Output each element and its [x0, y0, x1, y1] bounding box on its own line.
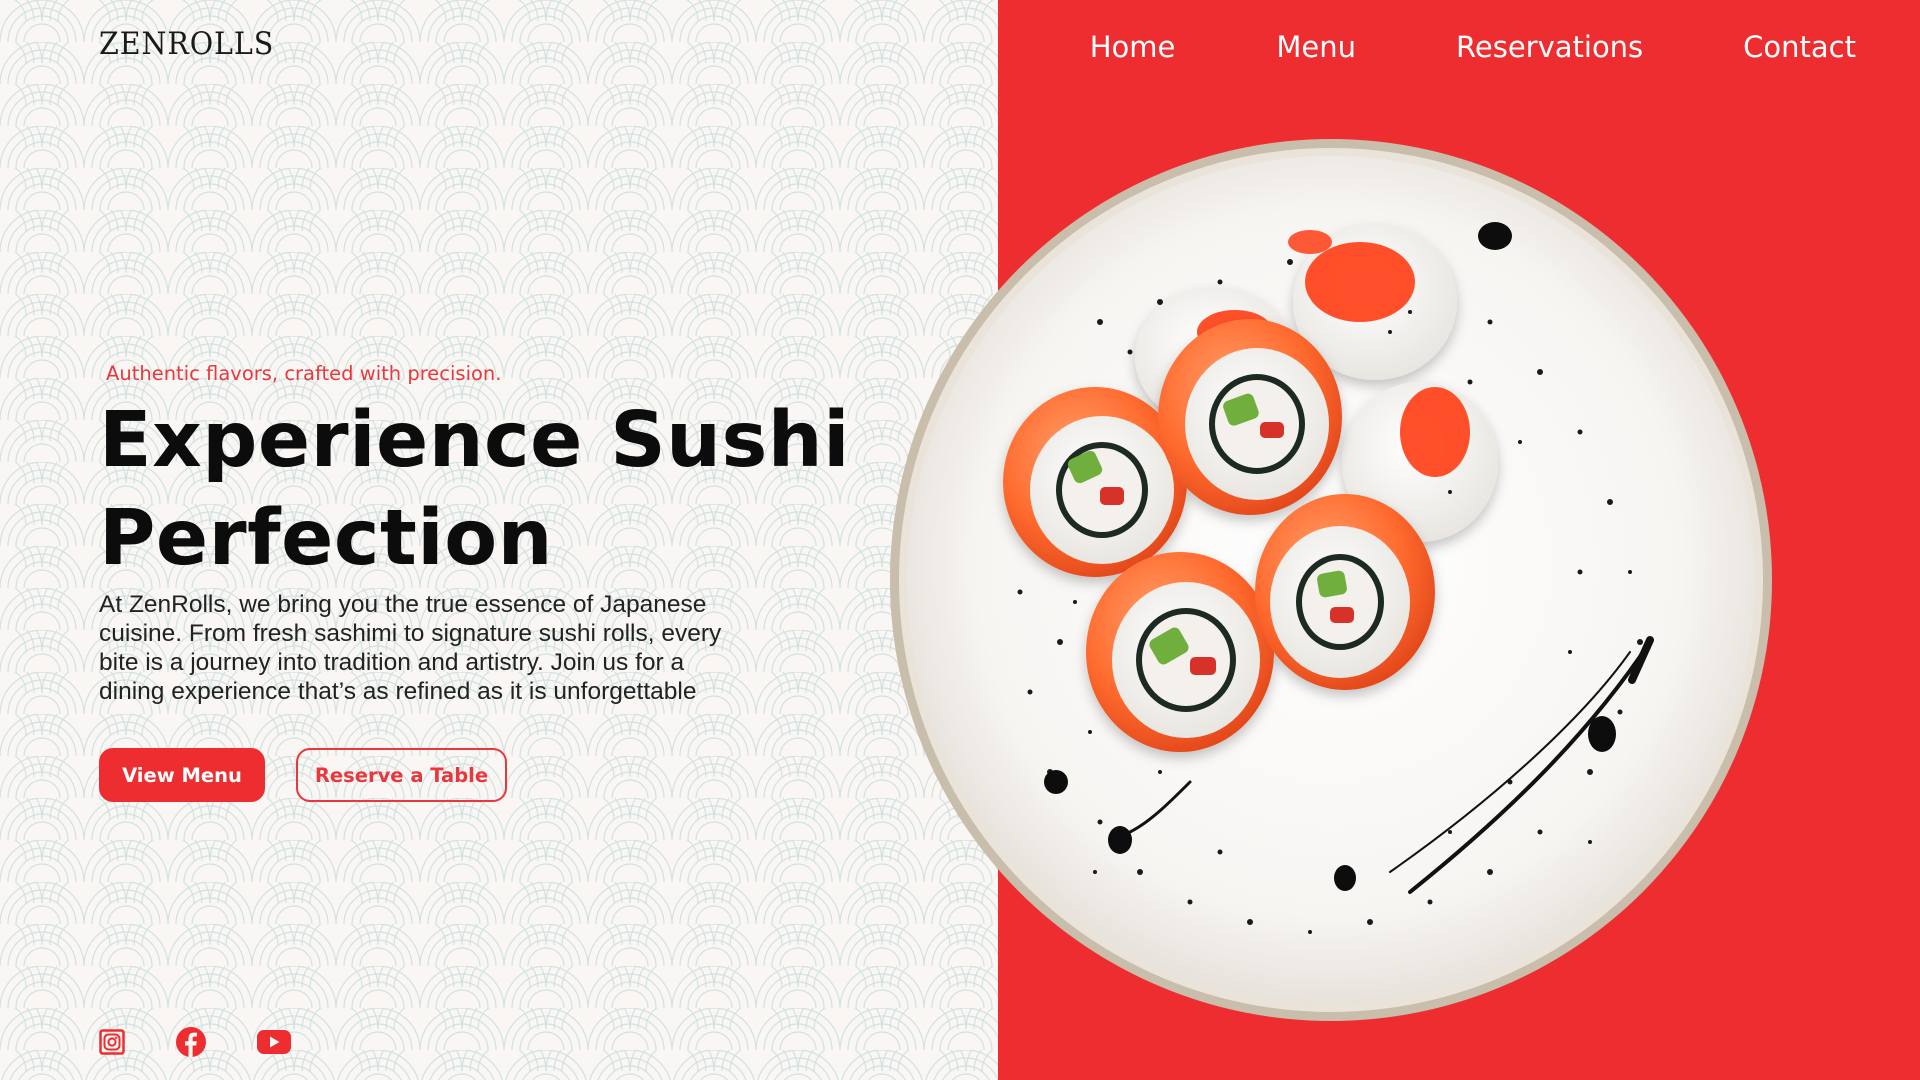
hero-description: At ZenRolls, we bring you the true essen…: [99, 591, 722, 705]
nav-item-home[interactable]: Home: [1090, 26, 1176, 68]
nav-item-contact[interactable]: Contact: [1743, 26, 1856, 68]
nav-item-menu[interactable]: Menu: [1276, 26, 1356, 68]
hero-headline: Experience Sushi Perfection: [99, 392, 899, 588]
main-nav: Home Menu Reservations Contact: [1090, 26, 1856, 68]
view-menu-button[interactable]: View Menu: [99, 748, 265, 802]
brand-logo[interactable]: ZENROLLS: [99, 26, 274, 62]
hero-headline-line-1: Experience Sushi: [99, 396, 851, 485]
youtube-icon[interactable]: [256, 1027, 292, 1057]
instagram-icon[interactable]: [99, 1027, 125, 1057]
facebook-icon[interactable]: [175, 1027, 207, 1057]
nav-item-reservations[interactable]: Reservations: [1456, 26, 1643, 68]
hero-tagline: Authentic flavors, crafted with precisio…: [106, 362, 502, 385]
reserve-table-button[interactable]: Reserve a Table: [296, 748, 507, 802]
sushi-plate-image: [890, 132, 1772, 1028]
hero-headline-line-2: Perfection: [99, 494, 553, 583]
